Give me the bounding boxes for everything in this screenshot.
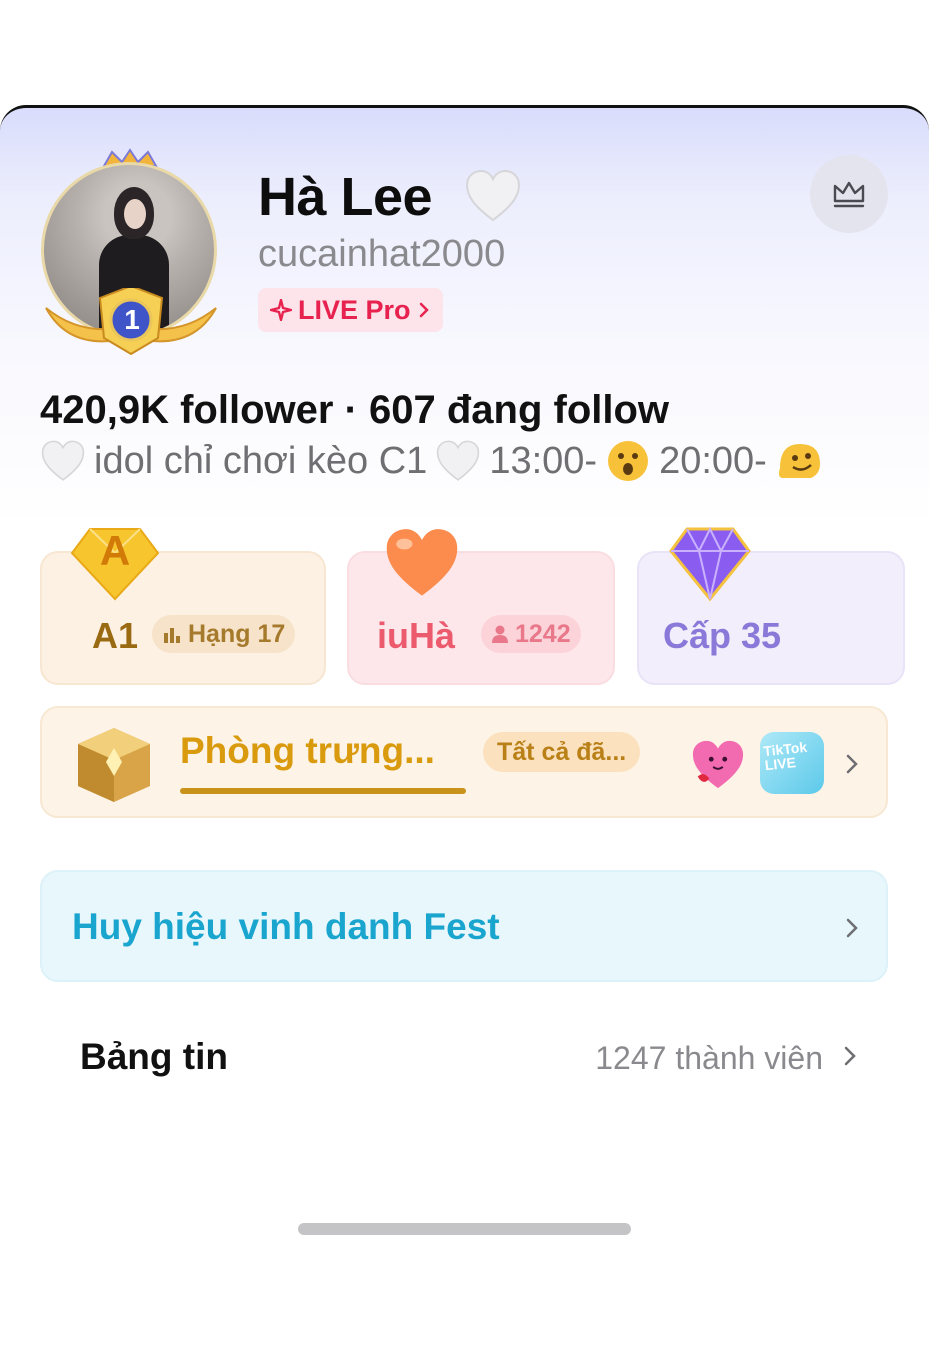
white-heart-icon	[437, 440, 480, 481]
bio-text-3: 20:00-	[659, 439, 767, 482]
chevron-right-icon[interactable]	[842, 1044, 858, 1068]
avatar-rank-number: 1	[124, 304, 140, 335]
fan-club-count: 1242	[515, 619, 571, 648]
chevron-right-icon	[419, 302, 429, 318]
bio-text-2: 13:00-	[489, 439, 598, 482]
trophy-box-icon	[78, 728, 150, 802]
live-pro-label: LIVE Pro	[298, 294, 411, 325]
diamond-icon	[669, 526, 751, 602]
level-card[interactable]: Cấp 35	[637, 526, 905, 685]
sparkle-icon	[270, 299, 292, 321]
rank-chip-label: Hạng 17	[188, 619, 286, 648]
rank-label: A1	[92, 615, 139, 656]
crown-button[interactable]	[810, 155, 888, 233]
rank-card[interactable]: A A1 Hạng 17	[40, 527, 326, 685]
astonished-emoji-icon	[608, 441, 649, 481]
fan-club-chip: 1242	[481, 615, 581, 653]
tiktok-live-sticker-icon: TikTok LIVE	[760, 732, 824, 794]
rank-chip: Hạng 17	[152, 615, 296, 653]
chevron-right-icon	[846, 918, 858, 938]
bio-text-1: idol chỉ chơi kèo C1	[94, 439, 428, 482]
level-label: Cấp 35	[663, 615, 782, 656]
profile-sheet: 1 Hà Lee cucainhat2000 LIVE Pro 420,9K f…	[0, 105, 929, 1245]
fan-club-label: iuHà	[377, 615, 456, 656]
avatar-frame[interactable]: 1	[38, 148, 224, 358]
crown-icon	[833, 181, 865, 208]
display-name: Hà Lee	[258, 167, 433, 227]
feed-member-count[interactable]: 1247 thành viên	[595, 1040, 823, 1077]
trophy-room-underline	[180, 788, 466, 794]
rank-letter: A	[99, 527, 131, 574]
bar-chart-icon	[164, 628, 180, 643]
username: cucainhat2000	[258, 233, 506, 275]
white-heart-icon	[41, 440, 85, 481]
fest-badge-title: Huy hiệu vinh danh Fest	[72, 906, 500, 947]
bio: idol chỉ chơi kèo C1 13:00- 20:00-	[40, 438, 825, 484]
fest-badge-row[interactable]: Huy hiệu vinh danh Fest	[40, 870, 888, 982]
trophy-room-title: Phòng trưng...	[180, 730, 435, 771]
person-icon	[492, 625, 508, 643]
trophy-room-chip: Tất cả đã...	[483, 732, 641, 772]
white-heart-icon	[465, 169, 521, 222]
melting-face-icon	[778, 444, 820, 478]
pink-heart-sticker-icon	[692, 740, 744, 789]
fan-club-card[interactable]: iuHà 1242	[347, 529, 615, 685]
orange-heart-icon	[386, 529, 458, 596]
feed-title[interactable]: Bảng tin	[80, 1036, 228, 1078]
trophy-room-row[interactable]: Phòng trưng... Tất cả đã... TikTok LIVE	[40, 706, 888, 818]
follow-stats[interactable]: 420,9K follower · 607 đang follow	[40, 388, 669, 433]
home-indicator[interactable]	[298, 1223, 631, 1235]
live-pro-badge[interactable]: LIVE Pro	[258, 288, 443, 332]
chevron-right-icon	[846, 754, 858, 774]
